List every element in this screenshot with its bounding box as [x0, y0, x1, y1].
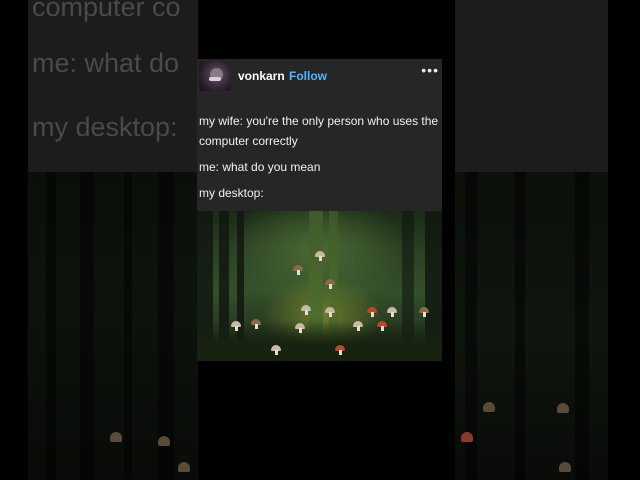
more-options-icon[interactable]: ••• [421, 62, 439, 78]
mushroom-icon[interactable] [335, 345, 345, 357]
mushroom-icon [559, 462, 571, 472]
mushroom-icon[interactable] [387, 307, 397, 319]
mushroom-icon[interactable] [325, 279, 335, 291]
mushroom-icon[interactable] [301, 305, 311, 317]
mushroom-icon[interactable] [295, 323, 305, 335]
mushroom-icon[interactable] [271, 345, 281, 357]
mushroom-icon[interactable] [419, 307, 429, 319]
username[interactable]: vonkarn [238, 69, 285, 83]
follow-button[interactable]: Follow [289, 69, 327, 83]
avatar[interactable] [199, 61, 231, 91]
mushroom-icon [557, 403, 569, 413]
mushroom-icon[interactable] [251, 319, 261, 331]
background-left-panel: computer co me: what do my desktop: [28, 0, 198, 480]
post-card: vonkarn Follow ••• my wife: you're the o… [197, 59, 442, 361]
background-text-line: me: what do [32, 48, 180, 78]
mushroom-icon[interactable] [325, 307, 335, 319]
mushroom-icon[interactable] [367, 307, 377, 319]
mushroom-icon[interactable] [293, 265, 303, 277]
mushroom-icon [158, 436, 170, 446]
background-text-line: my desktop: [32, 112, 178, 142]
mushroom-icon [178, 462, 190, 472]
mushroom-icon[interactable] [315, 251, 325, 263]
background-right-panel [455, 0, 608, 480]
mushroom-icon[interactable] [231, 321, 241, 333]
desktop-screenshot-image [197, 211, 442, 361]
background-text-line: computer co [32, 0, 181, 22]
post-text-line: me: what do you mean [199, 160, 321, 174]
mushroom-icon[interactable] [353, 321, 363, 333]
mushroom-icon [483, 402, 495, 412]
post-text-line: my wife: you're the only person who uses… [199, 114, 439, 148]
background-forest [455, 172, 608, 480]
post-header: vonkarn Follow ••• [197, 59, 442, 93]
mushroom-icon[interactable] [377, 321, 387, 333]
mushroom-icon [110, 432, 122, 442]
post-text-line: my desktop: [199, 186, 264, 200]
post-body: my wife: you're the only person who uses… [199, 111, 439, 209]
mushroom-icon [461, 432, 473, 442]
